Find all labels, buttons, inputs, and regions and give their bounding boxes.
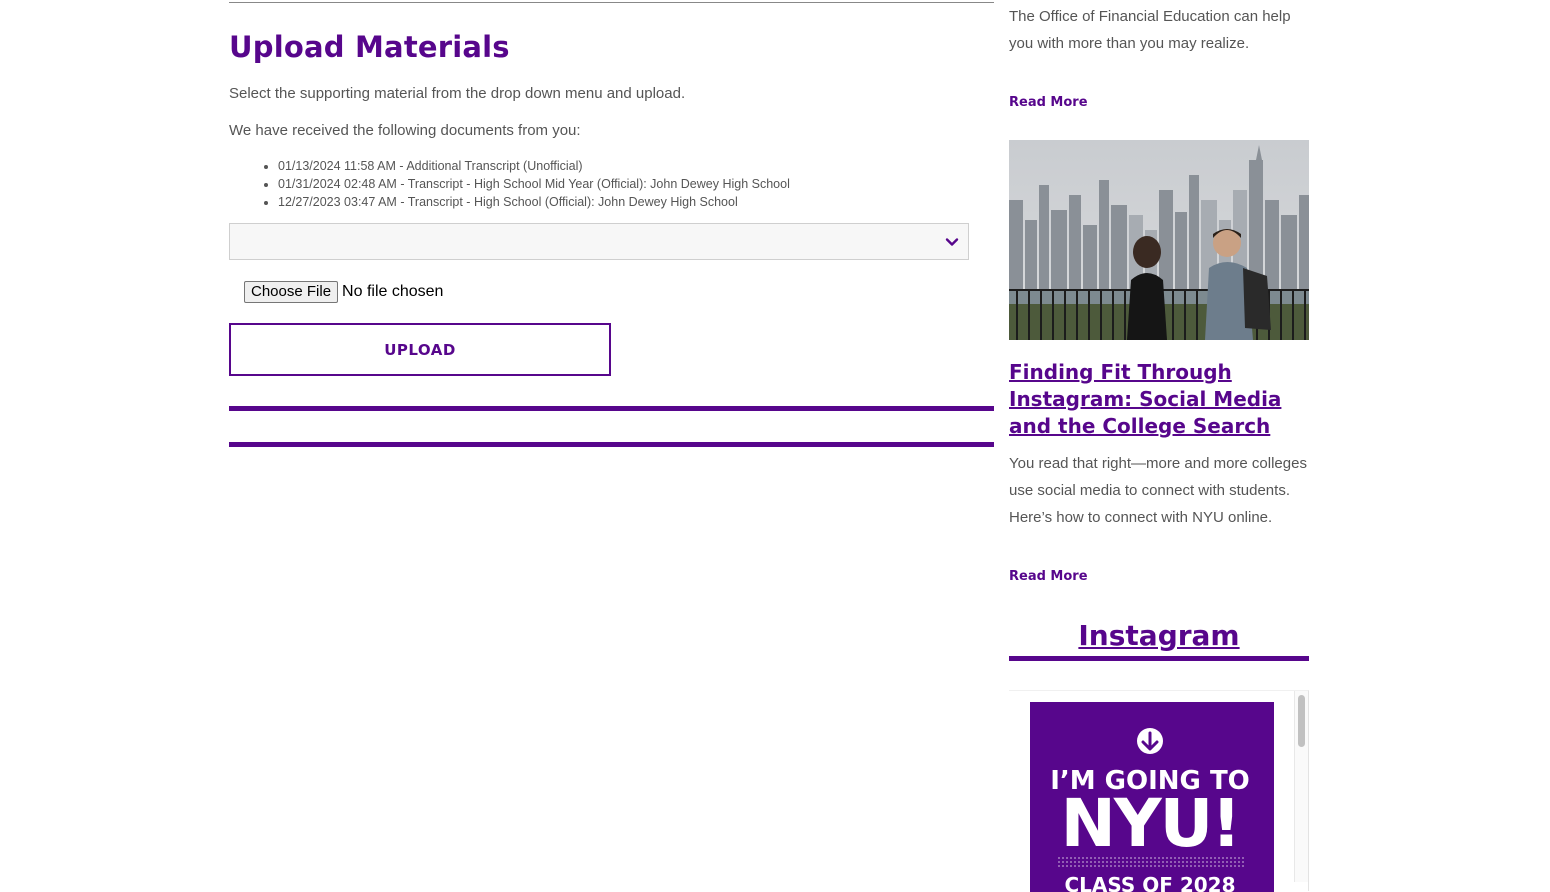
instagram-heading-link[interactable]: Instagram	[1009, 619, 1309, 652]
post-line3: CLASS OF 2028	[1064, 873, 1235, 892]
received-documents-list: 01/13/2024 11:58 AM - Additional Transcr…	[229, 157, 790, 211]
article-title-link[interactable]: Finding Fit Through Instagram: Social Me…	[1009, 359, 1309, 440]
financial-education-text: The Office of Financial Education can he…	[1009, 8, 1291, 52]
section-divider	[229, 442, 994, 447]
choose-file-button[interactable]: Choose File	[244, 281, 339, 303]
upload-instructions: Select the supporting material from the …	[229, 85, 686, 102]
instagram-scrollbar[interactable]	[1294, 691, 1308, 882]
file-status: No file chosen	[342, 283, 444, 300]
file-input: Choose File No file chosen	[244, 280, 443, 304]
read-more-link[interactable]: Read More	[1009, 95, 1088, 110]
chevron-down-icon	[945, 238, 959, 246]
scrollbar-thumb[interactable]	[1298, 695, 1305, 747]
list-item: 12/27/2023 03:47 AM - Transcript - High …	[278, 193, 790, 211]
list-item: 01/31/2024 02:48 AM - Transcript - High …	[278, 175, 790, 193]
instagram-post[interactable]: I’M GOING TO NYU! CLASS OF 2028	[1030, 702, 1274, 892]
read-more-link[interactable]: Read More	[1009, 569, 1088, 584]
instagram-divider	[1009, 656, 1309, 661]
top-divider	[229, 2, 994, 3]
instagram-feed[interactable]: I’M GOING TO NYU! CLASS OF 2028	[1009, 690, 1309, 892]
post-line2: NYU!	[1061, 785, 1240, 862]
article-summary: You read that right—more and more colleg…	[1009, 455, 1307, 526]
upload-button[interactable]: UPLOAD	[229, 323, 611, 376]
article-image[interactable]	[1009, 140, 1309, 340]
page-title: Upload Materials	[229, 30, 510, 64]
section-divider	[229, 406, 994, 411]
list-item: 01/13/2024 11:58 AM - Additional Transcr…	[278, 157, 790, 175]
skyline-students-photo	[1009, 140, 1309, 340]
material-type-select[interactable]	[229, 223, 969, 260]
instagram-post-image: I’M GOING TO NYU! CLASS OF 2028	[1030, 702, 1274, 892]
received-documents-label: We have received the following documents…	[229, 122, 581, 139]
